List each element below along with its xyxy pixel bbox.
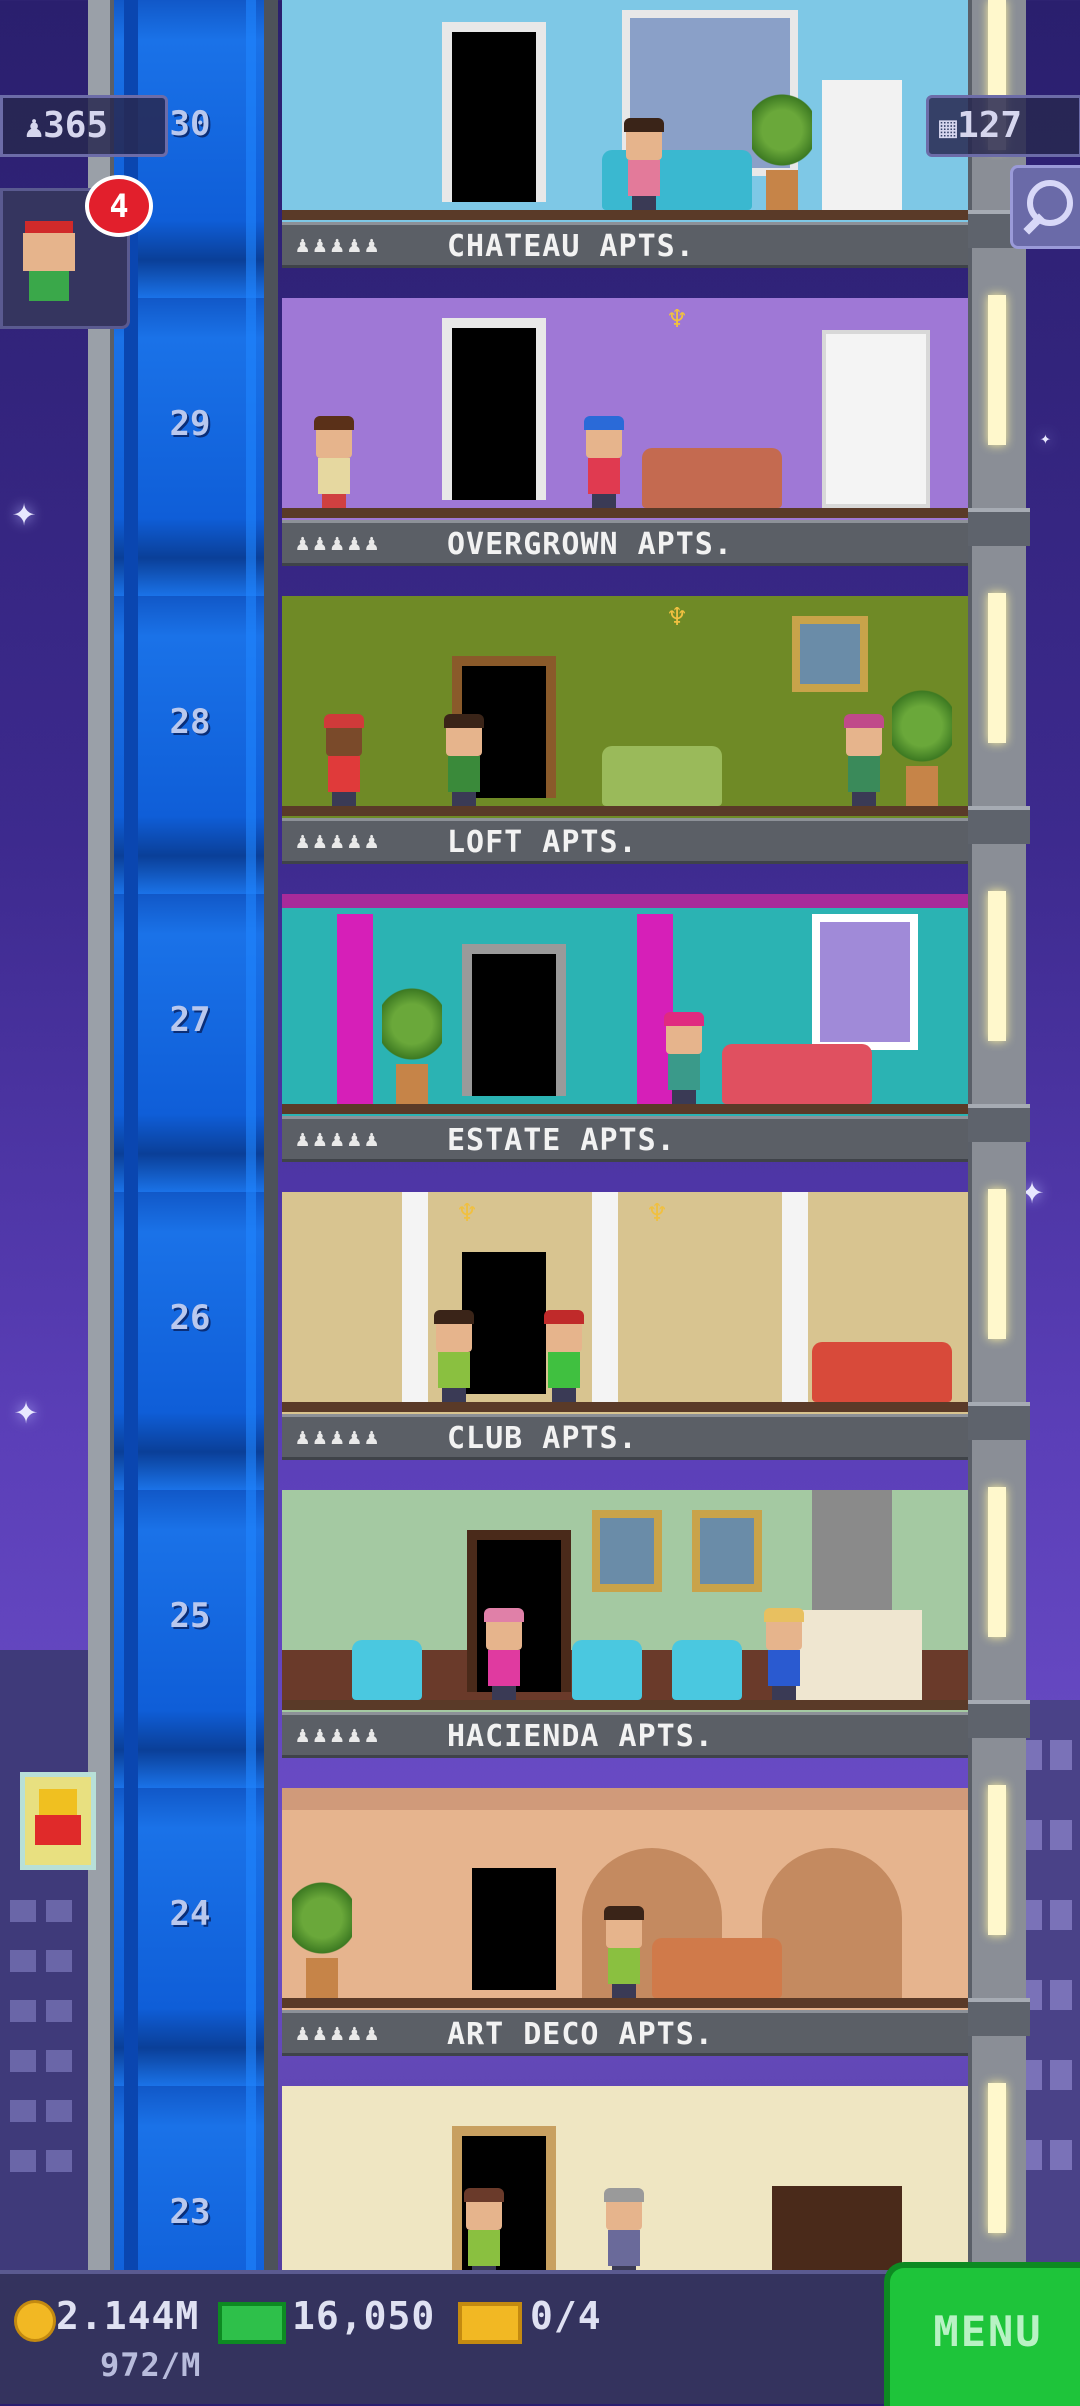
search-button[interactable] bbox=[1010, 165, 1080, 249]
resident-slots: ♟♟♟♟♟ bbox=[296, 829, 383, 854]
background-building bbox=[0, 1650, 90, 2290]
floor-label: ♟♟♟♟♟ CLUB APTS. bbox=[282, 1414, 968, 1460]
floor-name: HACIENDA APTS. bbox=[447, 1719, 714, 1754]
floor-26[interactable]: ♆ ♆ ♟♟♟♟♟ CLUB APTS. bbox=[282, 1192, 968, 1492]
notification-button[interactable]: 4 bbox=[0, 175, 153, 329]
star-icon: ✦ bbox=[1040, 428, 1051, 449]
bux-icon bbox=[218, 2302, 286, 2344]
floor-label: ♟♟♟♟♟ HACIENDA APTS. bbox=[282, 1712, 968, 1758]
resident-slots: ♟♟♟♟♟ bbox=[296, 1425, 383, 1450]
floor-30[interactable]: ♟♟♟♟♟ CHATEAU APTS. bbox=[282, 0, 968, 300]
bux-value: 16,050 bbox=[292, 2294, 436, 2338]
elevator-floor-number[interactable]: 29 bbox=[150, 404, 230, 444]
building-icon: ▦ bbox=[939, 110, 958, 145]
floor-label: ♟♟♟♟♟ CHATEAU APTS. bbox=[282, 222, 968, 268]
floor-23[interactable] bbox=[282, 2086, 968, 2270]
fries-icon[interactable] bbox=[20, 1772, 96, 1870]
population-counter[interactable]: ♟365 bbox=[0, 95, 168, 157]
floor-count-value: 127 bbox=[957, 105, 1023, 146]
floor-counter[interactable]: ▦127 bbox=[926, 95, 1080, 157]
floor-label: ♟♟♟♟♟ ART DECO APTS. bbox=[282, 2010, 968, 2056]
floor-27[interactable]: ♟♟♟♟♟ ESTATE APTS. bbox=[282, 894, 968, 1194]
building-right-column bbox=[968, 0, 1030, 2270]
resident-slots: ♟♟♟♟♟ bbox=[296, 2021, 383, 2046]
floor-29[interactable]: ♆ ♟♟♟♟♟ OVERGROWN APTS. bbox=[282, 298, 968, 598]
notification-badge: 4 bbox=[85, 175, 153, 237]
star-icon: ✦ bbox=[14, 1387, 39, 1433]
floor-name: CLUB APTS. bbox=[447, 1421, 638, 1456]
floor-name: ESTATE APTS. bbox=[447, 1123, 676, 1158]
tickets-value: 0/4 bbox=[530, 2294, 602, 2338]
resident-slots: ♟♟♟♟♟ bbox=[296, 233, 383, 258]
floor-label: ♟♟♟♟♟ LOFT APTS. bbox=[282, 818, 968, 864]
resident-slots: ♟♟♟♟♟ bbox=[296, 531, 383, 556]
star-icon: ✦ bbox=[12, 489, 37, 535]
floor-24[interactable]: ♟♟♟♟♟ ART DECO APTS. bbox=[282, 1788, 968, 2088]
person-icon: ♟ bbox=[25, 110, 44, 145]
elevator-floor-number[interactable]: 27 bbox=[150, 1000, 230, 1040]
floor-name: OVERGROWN APTS. bbox=[447, 527, 733, 562]
ticket-icon bbox=[458, 2302, 522, 2344]
floor-25[interactable]: ♟♟♟♟♟ HACIENDA APTS. bbox=[282, 1490, 968, 1790]
resident-slots: ♟♟♟♟♟ bbox=[296, 1127, 383, 1152]
floor-name: CHATEAU APTS. bbox=[447, 229, 695, 264]
floor-name: ART DECO APTS. bbox=[447, 2017, 714, 2052]
elevator-floor-number[interactable]: 26 bbox=[150, 1298, 230, 1338]
floor-28[interactable]: ♆ ♟♟♟♟♟ LOFT APTS. bbox=[282, 596, 968, 896]
coins-value: 2.144M bbox=[56, 2294, 200, 2338]
elevator-floor-number[interactable]: 25 bbox=[150, 1596, 230, 1636]
coin-icon bbox=[14, 2300, 56, 2342]
floor-label: ♟♟♟♟♟ ESTATE APTS. bbox=[282, 1116, 968, 1162]
coins-rate: 972/M bbox=[100, 2346, 202, 2384]
resident-slots: ♟♟♟♟♟ bbox=[296, 1723, 383, 1748]
elevator-floor-number[interactable]: 24 bbox=[150, 1894, 230, 1934]
menu-button[interactable]: MENU bbox=[884, 2262, 1080, 2406]
elevator-floor-number[interactable]: 23 bbox=[150, 2192, 230, 2232]
floor-label: ♟♟♟♟♟ OVERGROWN APTS. bbox=[282, 520, 968, 566]
elevator-floor-number[interactable]: 28 bbox=[150, 702, 230, 742]
floor-name: LOFT APTS. bbox=[447, 825, 638, 860]
population-value: 365 bbox=[43, 105, 109, 146]
